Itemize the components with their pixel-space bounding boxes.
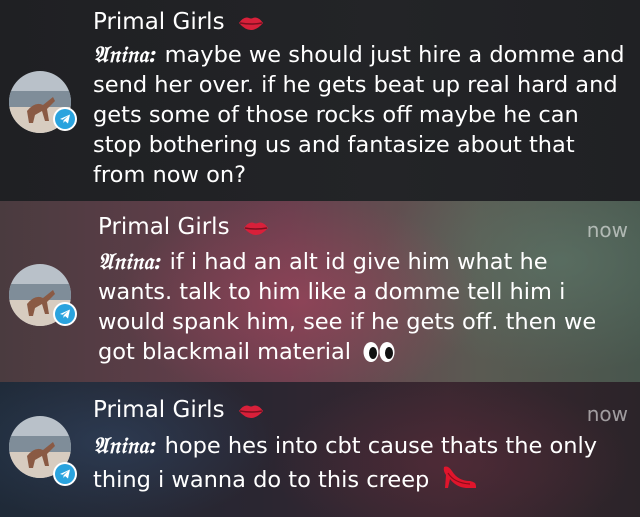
message-text: 𝔄𝔫𝔦𝔫𝔞: hope hes into cbt cause thats the…	[93, 433, 598, 493]
app-title: Primal Girls	[93, 397, 264, 423]
lips-icon	[238, 405, 263, 418]
telegram-icon	[53, 107, 77, 131]
message-text: 𝔄𝔫𝔦𝔫𝔞: if i had an alt id give him what …	[98, 249, 597, 365]
telegram-icon	[53, 462, 77, 486]
message-text: 𝔄𝔫𝔦𝔫𝔞: maybe we should just hire a domme…	[93, 42, 625, 188]
app-title: Primal Girls	[93, 9, 264, 35]
lips-icon	[238, 17, 263, 30]
sender-name: 𝔄𝔫𝔦𝔫𝔞:	[93, 42, 158, 68]
sender-name: 𝔄𝔫𝔦𝔫𝔞:	[98, 249, 163, 275]
timestamp: now	[586, 218, 628, 242]
telegram-icon	[53, 302, 77, 326]
notification-3[interactable]: Primal Girls now 𝔄𝔫𝔦𝔫𝔞: hope hes into cb…	[0, 382, 640, 517]
app-title: Primal Girls	[98, 214, 269, 240]
eyes-emoji-icon	[363, 342, 395, 362]
timestamp: now	[586, 402, 628, 426]
sender-name: 𝔄𝔫𝔦𝔫𝔞:	[93, 433, 158, 459]
notification-2[interactable]: Primal Girls now 𝔄𝔫𝔦𝔫𝔞: if i had an alt …	[0, 201, 640, 382]
notification-1[interactable]: Primal Girls 𝔄𝔫𝔦𝔫𝔞: maybe we should just…	[0, 0, 640, 201]
high-heel-emoji-icon	[444, 466, 477, 488]
lips-icon	[243, 222, 268, 235]
